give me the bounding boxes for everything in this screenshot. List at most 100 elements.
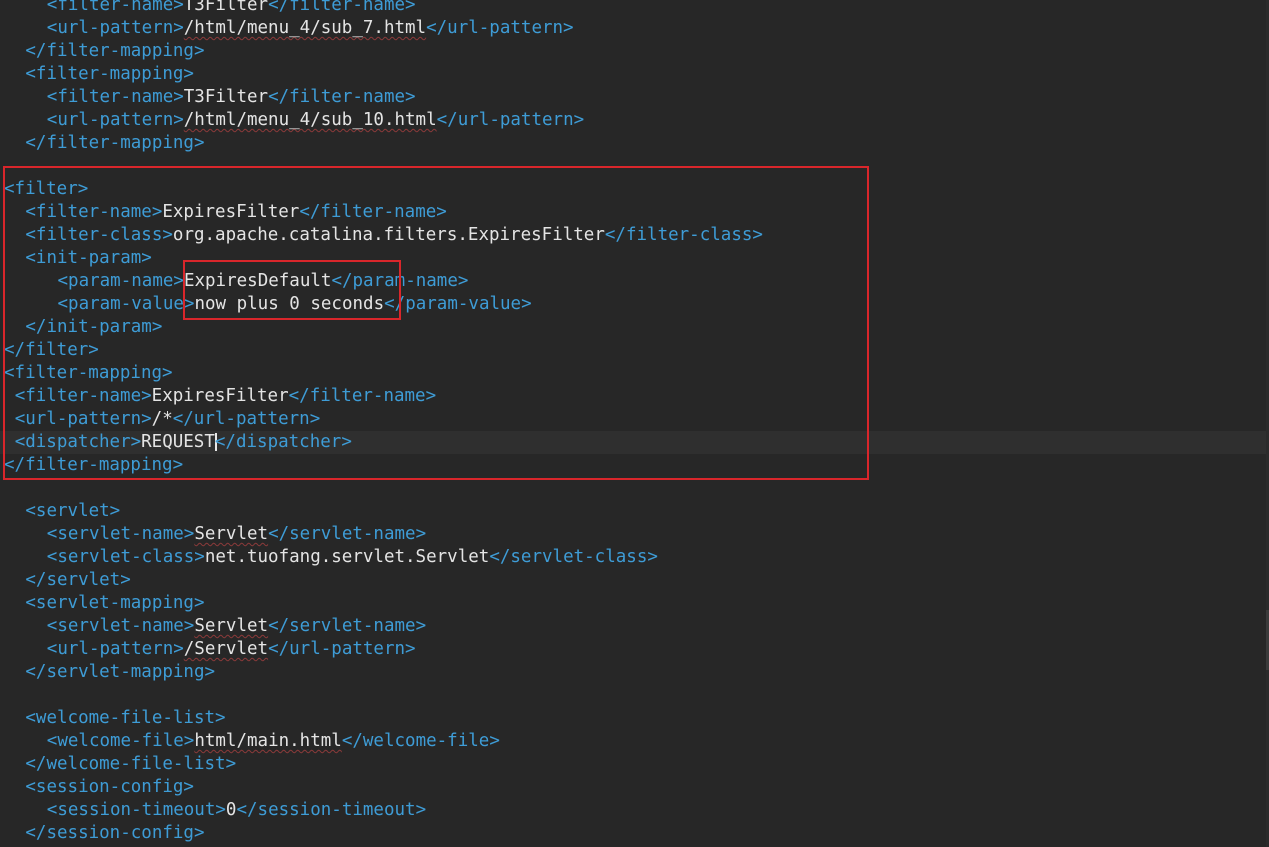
xml-close-tag: </servlet-name> (268, 616, 427, 636)
xml-open-tag: <servlet-name> (46, 616, 195, 636)
xml-open-tag: <param-value> (57, 294, 195, 314)
code-line[interactable]: <filter-mapping> (0, 362, 1269, 385)
code-line[interactable]: <filter-class>org.apache.catalina.filter… (0, 224, 1269, 247)
code-line[interactable] (0, 684, 1269, 707)
code-line[interactable]: <filter-name>T3Filter</filter-name> (0, 0, 1269, 17)
xml-text-value: /* (151, 409, 173, 429)
code-line[interactable]: <welcome-file>html/main.html</welcome-fi… (0, 730, 1269, 753)
xml-open-tag: <init-param> (25, 248, 152, 268)
xml-text-value: T3Filter (183, 87, 269, 107)
xml-close-tag: </dispatcher> (214, 432, 352, 452)
xml-close-tag: </welcome-file-list> (25, 754, 237, 774)
xml-close-tag: </param-name> (331, 271, 469, 291)
xml-text-value: Servlet (194, 616, 269, 636)
xml-open-tag: <welcome-file> (46, 731, 195, 751)
xml-open-tag: <url-pattern> (46, 639, 184, 659)
code-line[interactable]: <filter-name>ExpiresFilter</filter-name> (0, 201, 1269, 224)
xml-open-tag: <welcome-file-list> (25, 708, 226, 728)
xml-close-tag: </filter-mapping> (25, 41, 205, 61)
xml-open-tag: <param-name> (57, 271, 184, 291)
xml-open-tag: <session-config> (25, 777, 194, 797)
xml-close-tag: </filter-name> (268, 87, 416, 107)
xml-text-value: ExpiresFilter (162, 202, 300, 222)
xml-close-tag: </servlet> (25, 570, 131, 590)
xml-text-value: /html/menu_4/sub_7.html (183, 18, 427, 38)
xml-close-tag: </session-config> (25, 823, 205, 843)
code-line[interactable]: <dispatcher>REQUEST</dispatcher> (0, 431, 1269, 454)
code-line[interactable]: <param-value>now plus 0 seconds</param-v… (0, 293, 1269, 316)
xml-open-tag: <filter-name> (14, 386, 152, 406)
xml-text-value: ExpiresDefault (183, 271, 332, 291)
xml-close-tag: </url-pattern> (172, 409, 321, 429)
xml-text-value: Servlet (194, 524, 269, 544)
xml-open-tag: <session-timeout> (46, 800, 226, 820)
code-line[interactable]: <url-pattern>/*</url-pattern> (0, 408, 1269, 431)
xml-text-value: now plus 0 seconds (194, 294, 385, 314)
code-line[interactable]: </servlet-mapping> (0, 661, 1269, 684)
xml-close-tag: </filter-class> (604, 225, 763, 245)
code-line[interactable]: </servlet> (0, 569, 1269, 592)
xml-close-tag: </init-param> (25, 317, 163, 337)
code-line[interactable]: </session-config> (0, 822, 1269, 845)
xml-close-tag: </filter-mapping> (25, 133, 205, 153)
xml-text-value: REQUEST (141, 432, 215, 452)
code-line[interactable] (0, 477, 1269, 500)
code-line[interactable]: <filter-mapping> (0, 63, 1269, 86)
xml-open-tag: <filter-mapping> (4, 363, 173, 383)
xml-open-tag: <url-pattern> (46, 110, 184, 130)
xml-open-tag: <servlet-name> (46, 524, 195, 544)
code-line[interactable]: <url-pattern>/html/menu_4/sub_10.html</u… (0, 109, 1269, 132)
code-line[interactable]: <url-pattern>/Servlet</url-pattern> (0, 638, 1269, 661)
code-line[interactable]: <welcome-file-list> (0, 707, 1269, 730)
code-line[interactable]: </init-param> (0, 316, 1269, 339)
code-line[interactable]: <servlet> (0, 500, 1269, 523)
code-line[interactable]: <servlet-name>Servlet</servlet-name> (0, 615, 1269, 638)
xml-close-tag: </servlet-name> (268, 524, 427, 544)
xml-open-tag: <filter-name> (46, 0, 184, 15)
code-line[interactable]: </filter-mapping> (0, 132, 1269, 155)
xml-open-tag: <servlet-class> (46, 547, 205, 567)
code-line[interactable]: </filter-mapping> (0, 40, 1269, 63)
xml-text-value: /html/menu_4/sub_10.html (183, 110, 437, 130)
code-line[interactable]: <servlet-name>Servlet</servlet-name> (0, 523, 1269, 546)
xml-open-tag: <filter-class> (25, 225, 173, 245)
xml-close-tag: </servlet-mapping> (25, 662, 216, 682)
xml-close-tag: </url-pattern> (436, 110, 585, 130)
code-line[interactable]: <servlet-class>net.tuofang.servlet.Servl… (0, 546, 1269, 569)
xml-open-tag: <filter-name> (46, 87, 184, 107)
xml-text-value: html/main.html (194, 731, 342, 751)
xml-text-value: net.tuofang.servlet.Servlet (204, 547, 490, 567)
xml-close-tag: </url-pattern> (268, 639, 416, 659)
xml-open-tag: <servlet> (25, 501, 121, 521)
xml-text-value: /Servlet (183, 639, 269, 659)
xml-open-tag: <servlet-mapping> (25, 593, 205, 613)
code-line[interactable]: <url-pattern>/html/menu_4/sub_7.html</ur… (0, 17, 1269, 40)
code-line[interactable]: <servlet-mapping> (0, 592, 1269, 615)
xml-close-tag: </url-pattern> (426, 18, 574, 38)
code-line[interactable]: </welcome-file-list> (0, 753, 1269, 776)
xml-open-tag: <filter-name> (25, 202, 163, 222)
code-line[interactable]: <session-timeout>0</session-timeout> (0, 799, 1269, 822)
code-line[interactable]: </filter> (0, 339, 1269, 362)
xml-close-tag: </filter-name> (268, 0, 416, 15)
code-line[interactable]: <filter> (0, 178, 1269, 201)
xml-open-tag: <url-pattern> (14, 409, 152, 429)
xml-close-tag: </servlet-class> (489, 547, 658, 567)
code-line[interactable]: <filter-name>T3Filter</filter-name> (0, 86, 1269, 109)
code-line[interactable]: <filter-name>ExpiresFilter</filter-name> (0, 385, 1269, 408)
xml-close-tag: </welcome-file> (341, 731, 500, 751)
code-editor[interactable]: <filter-name>T3Filter</filter-name> <url-… (0, 0, 1269, 847)
code-line[interactable]: </filter-mapping> (0, 454, 1269, 477)
code-line[interactable]: <init-param> (0, 247, 1269, 270)
code-line[interactable]: <session-config> (0, 776, 1269, 799)
xml-close-tag: </filter-name> (288, 386, 437, 406)
code-line[interactable]: <param-name>ExpiresDefault</param-name> (0, 270, 1269, 293)
xml-close-tag: </param-value> (384, 294, 532, 314)
xml-open-tag: <filter-mapping> (25, 64, 194, 84)
xml-text-value: org.apache.catalina.filters.ExpiresFilte… (172, 225, 605, 245)
xml-close-tag: </session-timeout> (236, 800, 427, 820)
xml-close-tag: </filter-mapping> (4, 455, 184, 475)
code-line[interactable] (0, 155, 1269, 178)
xml-open-tag: <dispatcher> (14, 432, 142, 452)
xml-text-value: 0 (225, 800, 237, 820)
